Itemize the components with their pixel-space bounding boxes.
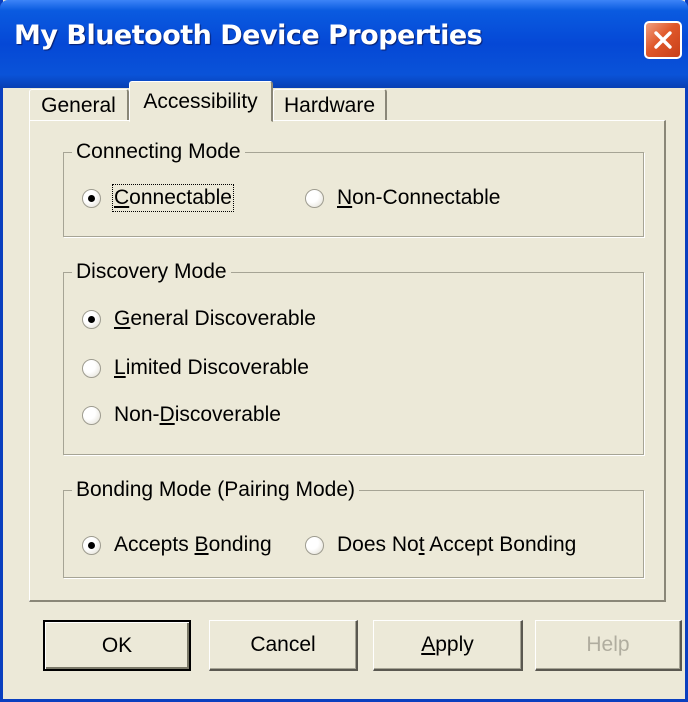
connectable-label: Connectable bbox=[112, 184, 234, 212]
non-connectable-label: Non-Connectable bbox=[337, 186, 501, 209]
discovery-mode-legend: Discovery Mode bbox=[76, 260, 227, 283]
general-discoverable-label: General Discoverable bbox=[114, 307, 316, 330]
cancel-button[interactable]: Cancel bbox=[209, 620, 358, 671]
does-not-accept-bonding-radio[interactable]: Does Not Accept Bonding bbox=[305, 533, 576, 557]
non-discoverable-radio[interactable]: Non-Discoverable bbox=[82, 403, 281, 427]
title-bar[interactable]: My Bluetooth Device Properties bbox=[0, 0, 688, 88]
connectable-radio[interactable]: Connectable bbox=[82, 184, 234, 212]
does-not-accept-bonding-label: Does Not Accept Bonding bbox=[337, 533, 577, 556]
properties-dialog: My Bluetooth Device Properties General A… bbox=[0, 0, 688, 702]
radio-unchecked-icon bbox=[305, 535, 324, 555]
radio-unchecked-icon bbox=[305, 188, 324, 208]
tab-general[interactable]: General bbox=[29, 89, 129, 122]
tab-accessibility[interactable]: Accessibility bbox=[129, 81, 273, 122]
bonding-mode-legend: Bonding Mode (Pairing Mode) bbox=[76, 478, 355, 501]
apply-button[interactable]: Apply bbox=[373, 620, 523, 671]
radio-checked-icon bbox=[82, 309, 101, 329]
limited-discoverable-radio[interactable]: Limited Discoverable bbox=[82, 356, 309, 380]
cancel-button-label: Cancel bbox=[250, 633, 316, 656]
tab-hardware[interactable]: Hardware bbox=[273, 89, 387, 122]
radio-unchecked-icon bbox=[82, 405, 101, 425]
tab-accessibility-label: Accessibility bbox=[143, 89, 258, 113]
general-discoverable-radio[interactable]: General Discoverable bbox=[82, 307, 316, 331]
ok-button[interactable]: OK bbox=[43, 620, 191, 671]
window-title: My Bluetooth Device Properties bbox=[14, 20, 483, 51]
apply-button-label: Apply bbox=[421, 633, 474, 656]
help-button[interactable]: Help bbox=[535, 620, 682, 671]
tab-general-label: General bbox=[41, 94, 116, 117]
radio-unchecked-icon bbox=[82, 358, 101, 378]
radio-checked-icon bbox=[82, 188, 101, 208]
accepts-bonding-label: Accepts Bonding bbox=[114, 533, 272, 556]
ok-button-label: OK bbox=[101, 633, 133, 657]
non-discoverable-label: Non-Discoverable bbox=[114, 403, 281, 426]
radio-checked-icon bbox=[82, 535, 101, 555]
bonding-mode-group: Bonding Mode (Pairing Mode) bbox=[63, 478, 644, 578]
accepts-bonding-radio[interactable]: Accepts Bonding bbox=[82, 533, 272, 557]
help-button-label: Help bbox=[586, 633, 630, 656]
limited-discoverable-label: Limited Discoverable bbox=[114, 356, 309, 379]
close-button[interactable] bbox=[644, 21, 682, 59]
close-icon bbox=[654, 31, 672, 49]
connecting-mode-legend: Connecting Mode bbox=[76, 140, 241, 163]
non-connectable-radio[interactable]: Non-Connectable bbox=[305, 186, 500, 210]
tab-hardware-label: Hardware bbox=[283, 94, 376, 117]
